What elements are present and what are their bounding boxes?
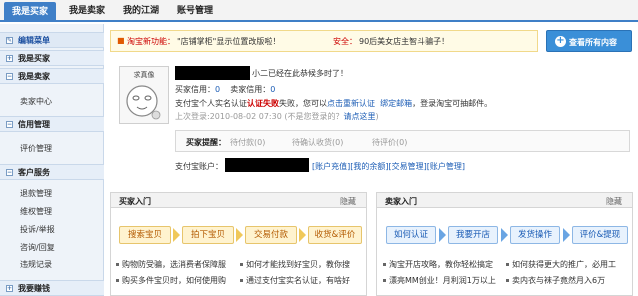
recharge-link[interactable]: [账户充值] xyxy=(312,162,350,171)
arrow-icon xyxy=(563,228,570,242)
last-login-time: 2010-08-02 07:30 xyxy=(209,112,282,121)
buyer-reminder: 买家提醒： 待付款(0) 待确认收货(0) 待评价(0) xyxy=(175,130,630,152)
buyer-tip[interactable]: 购物防受骗，选消费者保障服 xyxy=(116,259,226,270)
sidebar-item-inquiry[interactable]: 咨询/回复 xyxy=(20,242,55,253)
plus-icon: + xyxy=(6,285,13,292)
tab-jianghu[interactable]: 我的江湖 xyxy=(116,3,166,20)
security-label: 安全： xyxy=(333,37,357,46)
auth-line: 支付宝个人实名认证认证失败失败，您可以点击重新认证 绑定邮箱，登录淘宝可抽邮件。 xyxy=(175,99,493,108)
pending-payment[interactable]: 待付款(0) xyxy=(230,137,265,148)
step-order[interactable]: 拍下宝贝 xyxy=(182,226,234,244)
seller-tip[interactable]: 卖内衣与袜子竟然月入6万 xyxy=(506,275,605,286)
buyer-credit-value[interactable]: 0 xyxy=(215,85,220,94)
credit-line: 买家信用：0 卖家信用：0 xyxy=(175,85,276,94)
tab-account[interactable]: 账号管理 xyxy=(170,3,220,20)
sidebar-section-earn[interactable]: + 我要赚钱 xyxy=(0,280,104,296)
step-verify[interactable]: 如何认证 xyxy=(386,226,436,244)
buyer-intro-header: 买家入门 隐藏 xyxy=(111,193,366,208)
sidebar: ✎ 编辑菜单 + 我是买家 − 我是卖家 卖家中心 − 信用管理 评价管理 − … xyxy=(0,24,104,296)
step-ship[interactable]: 发货操作 xyxy=(510,226,560,244)
seller-tip[interactable]: 淘宝开店攻略，教你轻松搞定 xyxy=(383,259,493,270)
sidebar-section-buyer[interactable]: + 我是买家 xyxy=(0,50,104,66)
tab-buyer[interactable]: 我是买家 xyxy=(4,2,56,22)
reauth-link[interactable]: 点击重新认证 xyxy=(327,99,375,108)
step-withdraw[interactable]: 评价&提现 xyxy=(572,226,628,244)
last-login-line: 上次登录:2010-08-02 07:30 (不是您登录的？请点这里) xyxy=(175,112,379,121)
announcement-banner: ■ 淘宝新功能： "店铺掌柜"显示位置改版啦！ 安全： 90后美女店主智斗骗子！ xyxy=(110,30,538,52)
sidebar-item-rights[interactable]: 维权管理 xyxy=(20,206,52,217)
svg-text:求真像: 求真像 xyxy=(134,70,155,79)
buyer-intro-hide[interactable]: 隐藏 xyxy=(340,196,356,207)
plus-icon: + xyxy=(6,55,13,62)
new-feature-link[interactable]: "店铺掌柜"显示位置改版啦！ xyxy=(177,36,280,47)
gift-icon: ■ xyxy=(117,36,125,45)
pending-review[interactable]: 待评价(0) xyxy=(372,137,407,148)
sidebar-section-seller[interactable]: − 我是卖家 xyxy=(0,68,104,84)
auth-status: 认证失败 xyxy=(247,99,279,108)
sidebar-item-violations[interactable]: 违规记录 xyxy=(20,259,52,270)
minus-icon: − xyxy=(6,73,13,80)
buyer-tip[interactable]: 通过支付宝实名认证，有啥好 xyxy=(240,275,350,286)
avatar-face-icon: 求真像 xyxy=(120,67,168,123)
step-search[interactable]: 搜索宝贝 xyxy=(119,226,171,244)
arrow-icon xyxy=(501,228,508,242)
step-open-shop[interactable]: 我要开店 xyxy=(448,226,498,244)
step-receive[interactable]: 收货&评价 xyxy=(308,226,362,244)
avatar[interactable]: 求真像 xyxy=(119,66,169,124)
new-feature-label: 淘宝新功能： xyxy=(127,37,175,46)
minus-icon: − xyxy=(6,121,13,128)
sidebar-section-service[interactable]: − 客户服务 xyxy=(0,164,104,180)
sidebar-item-complaint[interactable]: 投诉/举报 xyxy=(20,224,55,235)
seller-intro-header: 卖家入门 隐藏 xyxy=(377,193,632,208)
username-redacted xyxy=(175,66,250,80)
seller-credit-value[interactable]: 0 xyxy=(270,85,275,94)
seller-tip[interactable]: 漂亮MM创业！月利润1万以上 xyxy=(383,275,496,286)
trade-link[interactable]: [交易管理] xyxy=(389,162,427,171)
edit-menu-button[interactable]: ✎ 编辑菜单 xyxy=(0,32,104,48)
buyer-tip[interactable]: 购买多件宝贝时，如何使用购 xyxy=(116,275,226,286)
view-all-button[interactable]: + 查看所有内容 xyxy=(546,30,632,52)
arrow-icon xyxy=(299,228,306,242)
security-link[interactable]: 90后美女店主智斗骗子！ xyxy=(359,36,449,47)
balance-link[interactable]: [我的余额] xyxy=(350,162,388,171)
alipay-account-redacted xyxy=(225,158,309,172)
arrow-icon xyxy=(236,228,243,242)
step-pay[interactable]: 交易付款 xyxy=(245,226,297,244)
buyer-tip[interactable]: 如何才能找到好宝贝，教你搜 xyxy=(240,259,350,270)
sidebar-item-refund[interactable]: 退款管理 xyxy=(20,188,52,199)
arrow-icon xyxy=(173,228,180,242)
bind-email-link[interactable]: 绑定邮箱 xyxy=(380,99,412,108)
pending-receipt[interactable]: 待确认收货(0) xyxy=(292,137,343,148)
tab-seller[interactable]: 我是卖家 xyxy=(62,3,112,20)
greeting-text: 小二已经在此恭候多时了！ xyxy=(252,69,348,78)
seller-intro-hide[interactable]: 隐藏 xyxy=(606,196,622,207)
account-link[interactable]: [账户管理] xyxy=(427,162,465,171)
top-nav: 我是买家 我是卖家 我的江湖 账号管理 xyxy=(0,0,638,22)
alipay-links: [账户充值][我的余额][交易管理][账户管理] xyxy=(312,161,465,172)
seller-tip[interactable]: 如何获得更大的推广，必用工 xyxy=(506,259,616,270)
sidebar-section-credit[interactable]: − 信用管理 xyxy=(0,116,104,132)
add-icon: + xyxy=(555,35,566,47)
sidebar-item-seller-center[interactable]: 卖家中心 xyxy=(20,96,52,107)
alipay-label: 支付宝账户： xyxy=(175,162,223,171)
report-login-link[interactable]: 请点这里 xyxy=(343,112,375,121)
reminder-label: 买家提醒： xyxy=(186,138,226,147)
minus-icon: − xyxy=(6,169,13,176)
sidebar-item-review[interactable]: 评价管理 xyxy=(20,143,52,154)
edit-icon: ✎ xyxy=(6,37,13,44)
arrow-icon xyxy=(439,228,446,242)
